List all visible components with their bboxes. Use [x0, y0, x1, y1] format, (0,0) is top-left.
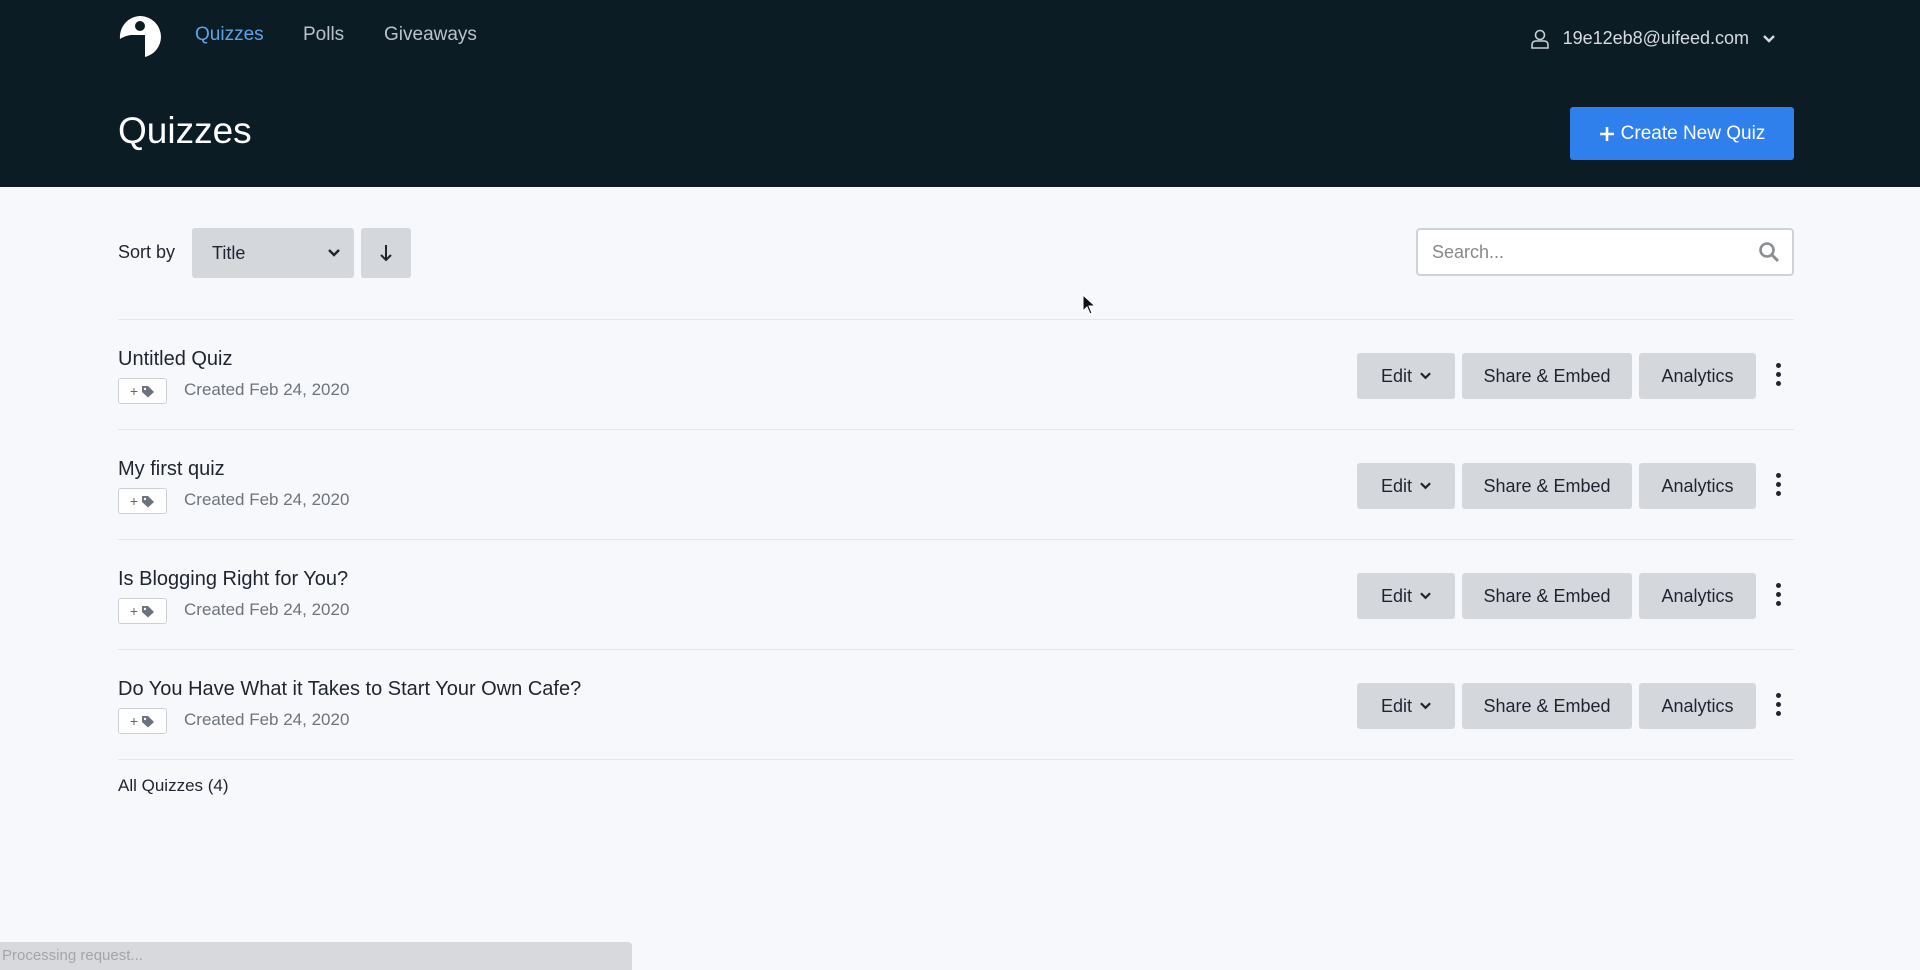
chevron-down-icon [1420, 702, 1431, 710]
analytics-button[interactable]: Analytics [1639, 683, 1756, 729]
user-email: 19e12eb8@uifeed.com [1562, 28, 1749, 48]
created-date: Created Feb 24, 2020 [184, 710, 350, 729]
edit-button[interactable]: Edit [1357, 463, 1455, 509]
tag-icon [142, 495, 155, 507]
analytics-button[interactable]: Analytics [1639, 353, 1756, 399]
plus-icon [1599, 126, 1614, 141]
chevron-down-icon [1420, 482, 1431, 490]
share-embed-button[interactable]: Share & Embed [1462, 353, 1632, 399]
nav-polls[interactable]: Polls [303, 24, 344, 46]
plus-text: + [129, 383, 139, 399]
quiz-row: Untitled Quiz + Created Feb 24, 2020 Edi… [118, 319, 1794, 429]
create-new-quiz-button[interactable]: Create New Quiz [1570, 107, 1794, 160]
sort-select[interactable]: Title [192, 228, 354, 278]
search-box[interactable] [1416, 228, 1794, 276]
top-header: Quizzes Polls Giveaways 19e12eb8@uifeed.… [0, 0, 1920, 187]
plus-text: + [129, 713, 139, 729]
quiz-title[interactable]: My first quiz [118, 458, 225, 481]
user-menu[interactable]: 19e12eb8@uifeed.com [1530, 28, 1775, 49]
tag-icon [142, 605, 155, 617]
more-options-icon[interactable] [1768, 578, 1788, 610]
more-options-icon[interactable] [1768, 688, 1788, 720]
created-date: Created Feb 24, 2020 [184, 490, 350, 509]
edit-label: Edit [1380, 365, 1413, 386]
edit-button[interactable]: Edit [1357, 353, 1455, 399]
analytics-button[interactable]: Analytics [1639, 573, 1756, 619]
search-input[interactable] [1432, 241, 1758, 263]
edit-label: Edit [1380, 475, 1413, 496]
mouse-cursor-icon [1082, 294, 1096, 315]
edit-label: Edit [1380, 695, 1413, 716]
share-embed-button[interactable]: Share & Embed [1462, 683, 1632, 729]
add-tag-button[interactable]: + [118, 378, 167, 404]
arrow-down-icon [380, 245, 392, 262]
quiz-row: My first quiz + Created Feb 24, 2020 Edi… [118, 429, 1794, 539]
chevron-down-icon [1420, 592, 1431, 600]
more-options-icon[interactable] [1768, 468, 1788, 500]
chevron-down-icon [1420, 372, 1431, 380]
status-bar: Processing request... [0, 942, 632, 970]
page-title: Quizzes [118, 110, 252, 151]
quiz-row: Do You Have What it Takes to Start Your … [118, 649, 1794, 759]
quiz-title[interactable]: Is Blogging Right for You? [118, 568, 348, 591]
divider [118, 759, 1794, 760]
quiz-row: Is Blogging Right for You? + Created Feb… [118, 539, 1794, 649]
plus-text: + [129, 603, 139, 619]
search-icon[interactable] [1758, 241, 1780, 263]
edit-button[interactable]: Edit [1357, 683, 1455, 729]
share-embed-button[interactable]: Share & Embed [1462, 573, 1632, 619]
create-label: Create New Quiz [1620, 122, 1766, 144]
edit-button[interactable]: Edit [1357, 573, 1455, 619]
created-date: Created Feb 24, 2020 [184, 380, 350, 399]
sort-direction-button[interactable] [361, 228, 411, 278]
add-tag-button[interactable]: + [118, 488, 167, 514]
sort-by-label: Sort by [118, 242, 176, 262]
user-icon [1530, 29, 1549, 49]
more-options-icon[interactable] [1768, 358, 1788, 390]
created-date: Created Feb 24, 2020 [184, 600, 350, 619]
tag-icon [142, 385, 155, 397]
edit-label: Edit [1380, 585, 1413, 606]
add-tag-button[interactable]: + [118, 598, 167, 624]
tag-icon [142, 715, 155, 727]
add-tag-button[interactable]: + [118, 708, 167, 734]
quiz-title[interactable]: Do You Have What it Takes to Start Your … [118, 678, 581, 701]
quiz-count: All Quizzes (4) [118, 776, 229, 795]
nav-quizzes[interactable]: Quizzes [195, 24, 264, 46]
sort-value: Title [212, 242, 246, 263]
nav-giveaways[interactable]: Giveaways [384, 24, 477, 46]
chevron-down-icon [328, 249, 340, 257]
share-embed-button[interactable]: Share & Embed [1462, 463, 1632, 509]
logo-icon[interactable] [118, 15, 162, 59]
quiz-title[interactable]: Untitled Quiz [118, 348, 233, 371]
chevron-down-icon [1763, 34, 1775, 43]
plus-text: + [129, 493, 139, 509]
analytics-button[interactable]: Analytics [1639, 463, 1756, 509]
quiz-list: Untitled Quiz + Created Feb 24, 2020 Edi… [118, 319, 1794, 760]
